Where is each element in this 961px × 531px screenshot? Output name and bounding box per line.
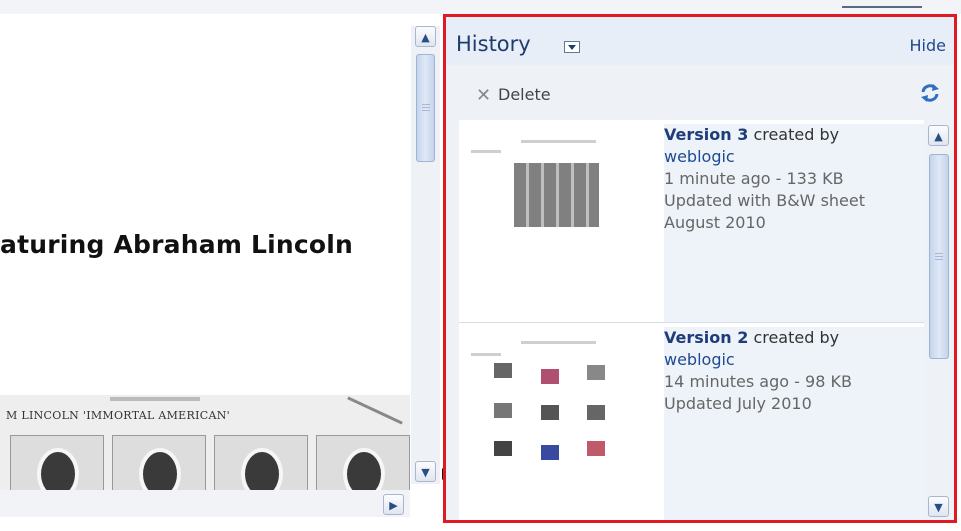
document-image-header — [110, 397, 200, 401]
document-image: M LINCOLN 'IMMORTAL AMERICAN' — [0, 395, 410, 495]
portrait-image — [112, 435, 206, 495]
top-strip — [0, 0, 961, 14]
delete-label: Delete — [498, 85, 551, 104]
version-size: 133 KB — [786, 169, 844, 188]
portrait-image — [214, 435, 308, 495]
version-comment: Updated with B&W sheet — [664, 191, 866, 210]
scroll-thumb[interactable] — [416, 54, 435, 162]
document-image-stamp — [347, 396, 403, 425]
portrait-image — [316, 435, 410, 495]
version-info: Version 2 created by weblogic 14 minutes… — [664, 327, 924, 520]
version-thumbnail[interactable] — [459, 323, 649, 520]
history-panel: History Hide ✕ Delete Version 3 created b… — [443, 14, 957, 523]
separator: - — [775, 169, 782, 188]
version-name[interactable]: Version 3 — [664, 125, 748, 144]
viewer-horizontal-scrollbar[interactable]: ▶ — [0, 490, 410, 517]
version-item[interactable]: Version 2 created by weblogic 14 minutes… — [459, 323, 924, 520]
version-comment: August 2010 — [664, 213, 766, 232]
top-tab-indicator — [842, 6, 922, 8]
created-by-label: created by — [753, 125, 840, 144]
version-thumbnail[interactable] — [459, 120, 649, 322]
portrait-image — [10, 435, 104, 495]
scroll-up-button[interactable]: ▲ — [928, 125, 949, 146]
document-title: aturing Abraham Lincoln — [0, 230, 354, 259]
separator: - — [794, 372, 800, 391]
version-user-link[interactable]: weblogic — [664, 350, 735, 369]
version-list[interactable]: Version 3 created by weblogic 1 minute a… — [459, 120, 924, 520]
scroll-thumb[interactable] — [929, 154, 949, 359]
chevron-down-icon[interactable] — [564, 41, 580, 53]
version-item[interactable]: Version 3 created by weblogic 1 minute a… — [459, 120, 924, 323]
refresh-icon[interactable] — [920, 83, 940, 103]
version-size: 98 KB — [805, 372, 852, 391]
version-name[interactable]: Version 2 — [664, 328, 748, 347]
version-age: 1 minute ago — [664, 169, 771, 188]
scroll-down-button[interactable]: ▼ — [415, 461, 436, 482]
document-caption: M LINCOLN 'IMMORTAL AMERICAN' — [6, 409, 230, 422]
version-info: Version 3 created by weblogic 1 minute a… — [664, 124, 924, 322]
version-comment: Updated July 2010 — [664, 394, 812, 413]
viewer-vertical-scrollbar[interactable]: ▲ ▼ — [411, 26, 440, 484]
scroll-up-button[interactable]: ▲ — [415, 26, 436, 47]
history-header: History Hide — [446, 17, 954, 65]
history-title[interactable]: History — [456, 32, 531, 56]
created-by-label: created by — [753, 328, 840, 347]
version-user-link[interactable]: weblogic — [664, 147, 735, 166]
version-age: 14 minutes ago — [664, 372, 790, 391]
history-vertical-scrollbar[interactable]: ▲ ▼ — [924, 120, 954, 520]
scroll-right-button[interactable]: ▶ — [383, 494, 404, 515]
document-viewer[interactable]: aturing Abraham Lincoln M LINCOLN 'IMMOR… — [0, 14, 440, 531]
hide-link[interactable]: Hide — [910, 36, 946, 55]
delete-x-icon: ✕ — [476, 85, 492, 106]
scroll-down-button[interactable]: ▼ — [928, 496, 949, 517]
delete-button[interactable]: ✕ Delete — [476, 85, 551, 106]
